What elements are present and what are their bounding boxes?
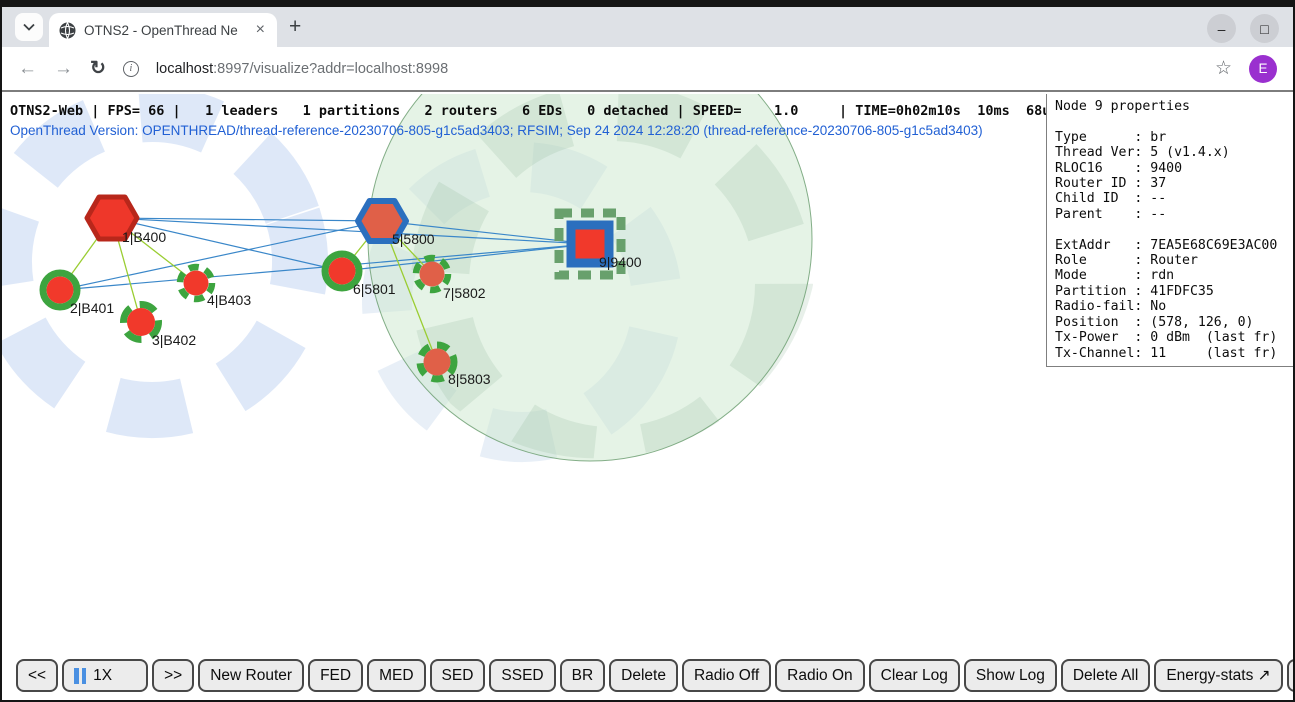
url-path: :8997/visualize?addr=localhost:8998 <box>213 61 448 77</box>
delete-all-button[interactable]: Delete All <box>1061 659 1150 692</box>
circle-node-shape <box>329 258 356 285</box>
node-properties-panel: Node 9 properties Type : br Thread Ver: … <box>1046 94 1293 367</box>
delete-button-label: Delete <box>621 667 666 685</box>
browser-window: OTNS2 - OpenThread Ne × + – □ ← → ↻ i lo… <box>0 0 1295 702</box>
med-button-label: MED <box>379 667 413 685</box>
node-label: 7|5802 <box>443 285 486 301</box>
delete-button[interactable]: Delete <box>609 659 678 692</box>
chevron-down-icon <box>23 23 35 31</box>
med-button[interactable]: MED <box>367 659 425 692</box>
reload-icon[interactable]: ↻ <box>90 57 106 80</box>
node-label: 6|5801 <box>353 281 396 297</box>
show-log-button-label: Show Log <box>976 667 1045 685</box>
speed-up-button-label: >> <box>164 667 182 685</box>
energy-stats-button[interactable]: Energy-stats ↗ <box>1154 659 1282 692</box>
window-maximize-button[interactable]: □ <box>1250 14 1279 43</box>
fed-button-label: FED <box>320 667 351 685</box>
br-button-label: BR <box>572 667 594 685</box>
tab-strip: OTNS2 - OpenThread Ne × + – □ <box>2 7 1293 47</box>
openthread-version-line: OpenThread Version: OPENTHREAD/thread-re… <box>10 123 983 138</box>
speed-down-button[interactable]: << <box>16 659 58 692</box>
bookmark-star-icon[interactable]: ☆ <box>1215 57 1232 80</box>
radio-off-button-label: Radio Off <box>694 667 759 685</box>
node-label: 9|9400 <box>599 254 642 270</box>
tab-title: OTNS2 - OpenThread Ne <box>84 23 246 38</box>
radio-off-button[interactable]: Radio Off <box>682 659 771 692</box>
circle-node-shape <box>420 262 445 287</box>
speed-button[interactable]: 1X <box>62 659 148 692</box>
site-info-icon[interactable]: i <box>123 61 139 77</box>
circle-node-shape <box>184 271 209 296</box>
speed-button-label: 1X <box>93 667 112 685</box>
sed-button[interactable]: SED <box>430 659 486 692</box>
browser-tab[interactable]: OTNS2 - OpenThread Ne × <box>49 13 277 47</box>
new-router-button-label: New Router <box>210 667 292 685</box>
speed-up-button[interactable]: >> <box>152 659 194 692</box>
forward-icon[interactable]: → <box>54 58 73 80</box>
circle-node-shape <box>424 349 451 376</box>
address-bar: ← → ↻ i localhost:8997/visualize?addr=lo… <box>2 47 1293 92</box>
new-router-button[interactable]: New Router <box>198 659 304 692</box>
ssed-button-label: SSED <box>501 667 543 685</box>
node-label: 3|B402 <box>152 332 196 348</box>
br-button[interactable]: BR <box>560 659 606 692</box>
profile-avatar[interactable]: E <box>1249 55 1277 83</box>
pause-icon <box>74 668 86 684</box>
node-label: 5|5800 <box>392 231 435 247</box>
simulation-status-line: OTNS2-Web | FPS= 66 | 1 leaders 1 partit… <box>10 103 1058 119</box>
globe-favicon-icon <box>59 22 76 39</box>
delete-all-button-label: Delete All <box>1073 667 1138 685</box>
show-log-button[interactable]: Show Log <box>964 659 1057 692</box>
otns-canvas-area: 1|B400 2|B401 3|B402 4|B403 5|5800 6|5801 7|58… <box>2 94 1293 700</box>
speed-down-button-label: << <box>28 667 46 685</box>
url-host: localhost <box>156 61 213 77</box>
back-icon[interactable]: ← <box>18 58 37 80</box>
radio-on-button[interactable]: Radio On <box>775 659 864 692</box>
ssed-button[interactable]: SSED <box>489 659 555 692</box>
fed-button[interactable]: FED <box>308 659 363 692</box>
energy-stats-button-label: Energy-stats ↗ <box>1166 666 1270 685</box>
new-tab-button[interactable]: + <box>289 16 301 38</box>
sed-button-label: SED <box>442 667 474 685</box>
node-label: 4|B403 <box>207 292 251 308</box>
node-label: 2|B401 <box>70 300 114 316</box>
clear-log-button-label: Clear Log <box>881 667 948 685</box>
node-label: 8|5803 <box>448 371 491 387</box>
window-minimize-button[interactable]: – <box>1207 14 1236 43</box>
circle-node-shape <box>127 308 155 336</box>
tab-search-button[interactable] <box>15 13 43 41</box>
tab-close-icon[interactable]: × <box>254 21 267 39</box>
radio-on-button-label: Radio On <box>787 667 852 685</box>
node-stats-button[interactable]: Node-stats ↗ <box>1287 659 1293 692</box>
url-text[interactable]: localhost:8997/visualize?addr=localhost:… <box>156 61 448 77</box>
clear-log-button[interactable]: Clear Log <box>869 659 960 692</box>
node-label: 1|B400 <box>122 229 166 245</box>
action-toolbar: << 1X >> New Router FED MED SED SSED BR Delete Rad… <box>16 659 1293 692</box>
